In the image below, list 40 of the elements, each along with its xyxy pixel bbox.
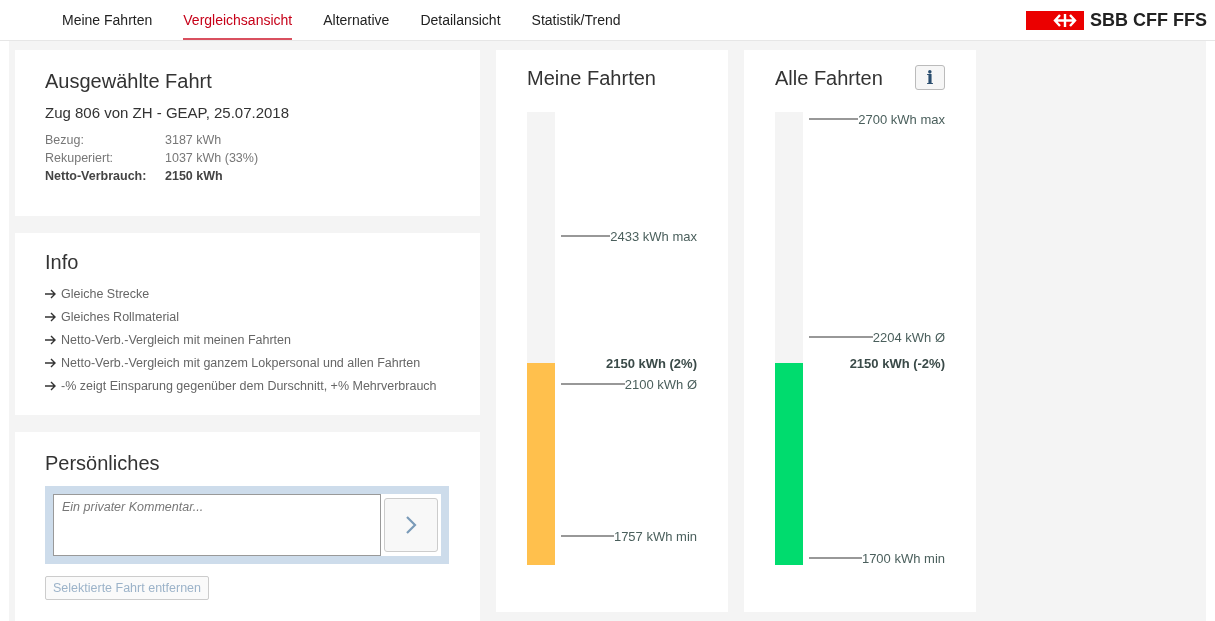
- card-title: Ausgewählte Fahrt: [45, 69, 213, 94]
- marker-label: 2100 kWh Ø: [624, 377, 697, 391]
- card-title: Alle Fahrten: [775, 65, 883, 91]
- info-item: Gleiches Rollmaterial: [61, 309, 180, 326]
- detail-value: 3187 kWh: [165, 131, 222, 149]
- chevron-right-icon: [405, 515, 417, 535]
- marker-label: 2204 kWh Ø: [872, 330, 945, 344]
- logo-icon: [1026, 10, 1084, 30]
- marker-label: 1700 kWh min: [861, 551, 945, 565]
- card-title: Persönliches: [45, 451, 161, 476]
- arrow-right-icon: [45, 312, 57, 322]
- card-title: Meine Fahrten: [527, 65, 656, 91]
- marker-label: 1757 kWh min: [613, 529, 697, 543]
- detail-value: 1037 kWh (33%): [165, 149, 259, 167]
- arrow-right-icon: [45, 381, 57, 391]
- send-button[interactable]: [384, 498, 438, 552]
- detail-value: 2150 kWh: [165, 167, 223, 185]
- detail-label: Netto-Verbrauch:: [45, 167, 148, 185]
- nav-tab[interactable]: Alternative: [323, 0, 390, 40]
- arrow-right-icon: [45, 358, 57, 368]
- info-item: -% zeigt Einsparung gegenüber dem Durschnitt, +% Mehrverbrauch: [61, 378, 437, 395]
- current-value: 2150 kWh (-2%): [849, 356, 945, 370]
- info-button[interactable]: i: [915, 65, 945, 90]
- nav-tab[interactable]: Statistik/Trend: [531, 0, 621, 40]
- info-item: Gleiche Strecke: [61, 286, 150, 303]
- info-item: Netto-Verb.-Vergleich mit ganzem Lokpersonal und allen Fahrten: [61, 355, 421, 372]
- logo-text: SBB CFF FFS: [1090, 8, 1207, 32]
- comment-field[interactable]: Ein privater Kommentar...: [53, 494, 381, 556]
- marker-label: 2700 kWh max: [858, 112, 945, 126]
- nav-tab[interactable]: Detailansicht: [420, 0, 501, 40]
- detail-label: Bezug:: [45, 131, 85, 149]
- detail-label: Rekuperiert:: [45, 149, 115, 167]
- trip-subtitle: Zug 806 von ZH - GEAP, 25.07.2018: [45, 103, 291, 123]
- current-value: 2150 kWh (2%): [605, 356, 697, 370]
- arrow-right-icon: [45, 289, 57, 299]
- info-item: Netto-Verb.-Vergleich mit meinen Fahrten: [61, 332, 291, 349]
- arrow-right-icon: [45, 335, 57, 345]
- card-title: Info: [45, 250, 80, 275]
- nav-tab[interactable]: Meine Fahrten: [62, 0, 153, 40]
- marker-label: 2433 kWh max: [610, 229, 697, 243]
